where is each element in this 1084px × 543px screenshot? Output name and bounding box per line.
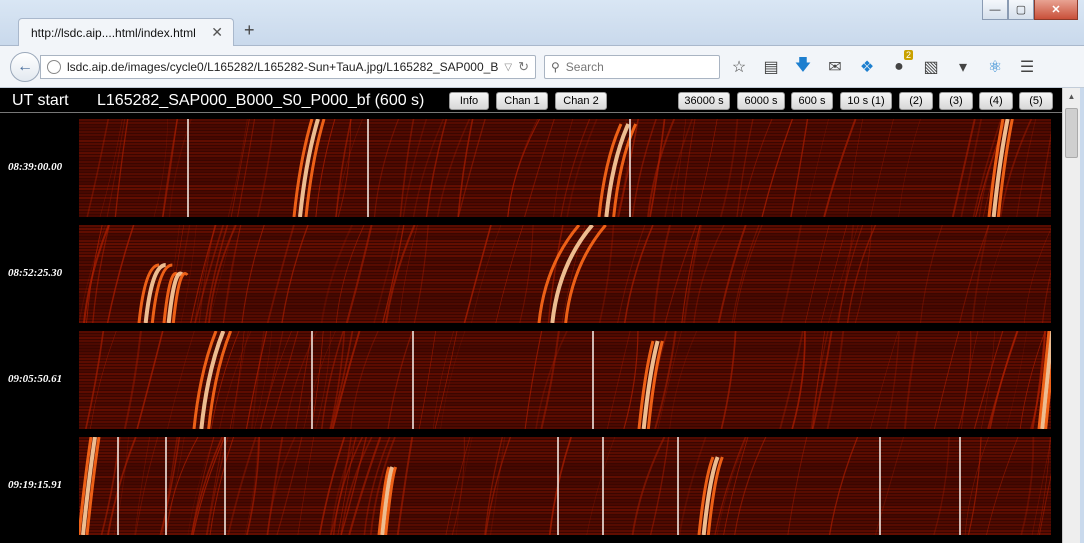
color-extension-icon[interactable]: ● 2 xyxy=(888,50,913,78)
bookmark-star-icon[interactable]: ☆ xyxy=(728,56,750,78)
network-extension-icon[interactable]: ⚛ xyxy=(984,56,1006,78)
range-6000s-button[interactable]: 6000 s xyxy=(737,92,785,110)
close-window-button[interactable]: ✕ xyxy=(1034,0,1078,20)
tab-close-icon[interactable]: ✕ xyxy=(211,24,223,41)
clipboard-icon[interactable]: ▧ xyxy=(920,56,942,78)
butterfly-extension-icon[interactable]: ❖ xyxy=(856,56,878,78)
search-placeholder: Search xyxy=(565,60,604,74)
spectrogram-panel: 09:19:15.91 xyxy=(0,437,1062,535)
scrollbar-thumb[interactable] xyxy=(1065,108,1078,158)
page-content: UT start L165282_SAP000_B000_S0_P000_bf … xyxy=(0,88,1062,543)
reading-list-icon[interactable]: ▤ xyxy=(760,56,782,78)
spectrogram-panel: 08:39:00.00 xyxy=(0,119,1062,217)
spectrogram-panel: 09:05:50.61 xyxy=(0,331,1062,429)
range-10s-button[interactable]: 10 s (1) xyxy=(840,92,892,110)
mail-icon[interactable]: ✉ xyxy=(824,56,846,78)
scroll-up-icon[interactable]: ▲ xyxy=(1063,88,1080,104)
part-3-button[interactable]: (3) xyxy=(939,92,973,110)
search-input[interactable]: ⚲ Search xyxy=(544,55,720,79)
panel-time-label: 08:39:00.00 xyxy=(8,161,63,173)
minimize-button[interactable]: — xyxy=(982,0,1008,20)
dynamic-spectrum-image[interactable] xyxy=(79,225,1051,323)
extension-badge: 2 xyxy=(903,50,913,60)
part-5-button[interactable]: (5) xyxy=(1019,92,1053,110)
range-36000s-button[interactable]: 36000 s xyxy=(678,92,730,110)
range-600s-button[interactable]: 600 s xyxy=(791,92,833,110)
url-text: lsdc.aip.de/images/cycle0/L165282/L16528… xyxy=(67,60,499,74)
info-button[interactable]: Info xyxy=(449,92,489,110)
reload-icon[interactable]: ↻ xyxy=(518,59,529,75)
globe-icon xyxy=(47,60,61,74)
window-controls: — ▢ ✕ xyxy=(982,0,1078,20)
dynamic-spectrum-image[interactable] xyxy=(79,331,1051,429)
chan1-button[interactable]: Chan 1 xyxy=(496,92,548,110)
menu-icon[interactable]: ☰ xyxy=(1016,56,1038,78)
panel-time-label: 09:05:50.61 xyxy=(8,373,63,385)
dynamic-spectrum-image[interactable] xyxy=(79,437,1051,535)
window-border xyxy=(1080,88,1084,543)
maximize-button[interactable]: ▢ xyxy=(1008,0,1034,20)
window-titlebar: — ▢ ✕ http://lsdc.aip....html/index.html… xyxy=(0,0,1084,46)
panel-time-label: 09:19:15.91 xyxy=(8,479,63,491)
new-tab-button[interactable]: + xyxy=(244,20,255,41)
toolbar-icons: ☆ ▤ 🡇 ✉ ❖ ● 2 ▧ ▾ ⚛ ☰ xyxy=(728,50,1038,78)
back-button[interactable]: ← xyxy=(10,52,40,82)
back-arrow-icon: ← xyxy=(17,58,33,75)
page-header: UT start L165282_SAP000_B000_S0_P000_bf … xyxy=(0,88,1062,113)
part-4-button[interactable]: (4) xyxy=(979,92,1013,110)
address-bar[interactable]: lsdc.aip.de/images/cycle0/L165282/L16528… xyxy=(40,55,536,79)
search-icon: ⚲ xyxy=(551,60,560,74)
dynamic-spectrum-image[interactable] xyxy=(79,119,1051,217)
ut-start-label: UT start xyxy=(12,92,69,109)
panel-time-label: 08:52:25.30 xyxy=(8,267,63,279)
part-2-button[interactable]: (2) xyxy=(899,92,933,110)
observation-title: L165282_SAP000_B000_S0_P000_bf (600 s) xyxy=(97,92,425,109)
spectrogram-panel: 08:52:25.30 xyxy=(0,225,1062,323)
tab-title: http://lsdc.aip....html/index.html xyxy=(31,25,196,40)
download-icon[interactable]: 🡇 xyxy=(792,56,814,78)
dropdown-icon[interactable]: ▾ xyxy=(952,56,974,78)
vertical-scrollbar[interactable]: ▲ xyxy=(1062,88,1080,543)
chan2-button[interactable]: Chan 2 xyxy=(555,92,607,110)
url-dropdown-icon[interactable]: ▽ xyxy=(504,62,512,73)
browser-tab[interactable]: http://lsdc.aip....html/index.html ✕ xyxy=(18,18,234,46)
